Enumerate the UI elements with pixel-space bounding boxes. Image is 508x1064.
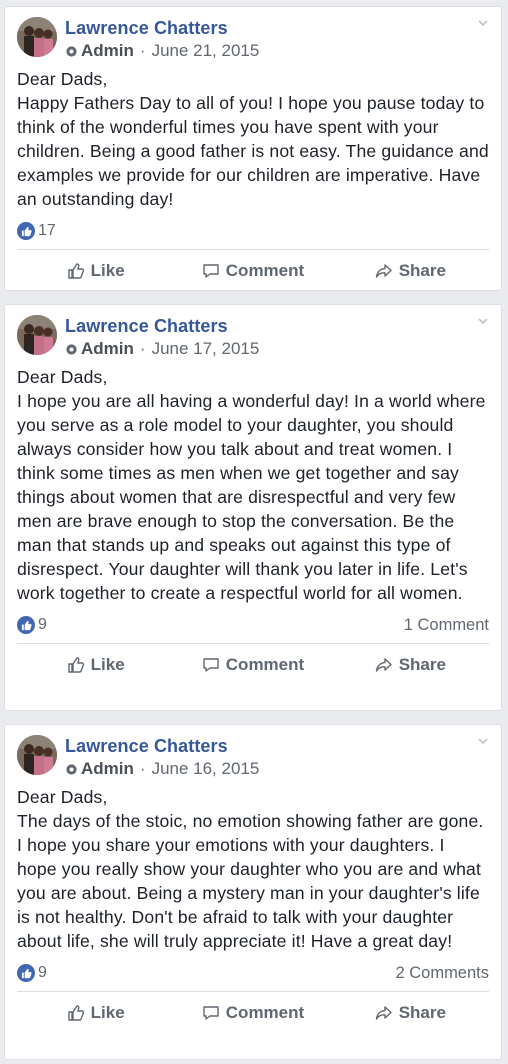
comment-icon — [203, 657, 219, 672]
post-paragraph: Dear Dads, — [17, 787, 108, 807]
avatar[interactable] — [17, 735, 57, 775]
separator-dot: · — [139, 339, 146, 358]
gear-icon — [66, 763, 77, 775]
chevron-down-icon[interactable] — [477, 735, 489, 747]
post-paragraph: The days of the stoic, no emotion showin… — [17, 811, 484, 951]
like-button[interactable]: Like — [17, 261, 174, 281]
comment-label: Comment — [225, 260, 305, 280]
like-count[interactable]: 9 — [17, 964, 47, 982]
post-paragraph: I hope you are all having a wonderful da… — [17, 391, 486, 603]
avatar[interactable] — [17, 17, 57, 57]
share-label: Share — [398, 1002, 446, 1022]
comment-icon — [203, 1005, 219, 1020]
post-meta: Admin · June 17, 2015 — [65, 339, 259, 359]
thumbs-up-icon — [67, 1004, 84, 1021]
post-text: Dear Dads, Happy Fathers Day to all of y… — [5, 63, 501, 211]
post-meta: Admin · June 21, 2015 — [65, 41, 259, 61]
share-label: Share — [398, 654, 446, 674]
separator-dot: · — [139, 41, 146, 60]
gear-icon — [66, 45, 77, 57]
action-bar: Like Comment Share — [17, 643, 489, 685]
post-paragraph: Dear Dads, — [17, 69, 108, 89]
like-button[interactable]: Like — [17, 1003, 174, 1023]
post-header: Lawrence Chatters Admin · June 17, 2015 — [5, 305, 501, 361]
share-label: Share — [398, 260, 446, 280]
post-header: Lawrence Chatters Admin · June 16, 2015 — [5, 725, 501, 781]
thumbs-up-icon — [67, 262, 84, 279]
share-button[interactable]: Share — [332, 655, 489, 675]
reaction-stats: 17 — [17, 215, 489, 247]
share-icon — [375, 1005, 392, 1020]
role-label: Admin — [81, 41, 134, 60]
avatar[interactable] — [17, 315, 57, 355]
thumbs-up-icon — [67, 656, 84, 673]
like-count[interactable]: 17 — [17, 222, 56, 240]
action-bar: Like Comment Share — [17, 991, 489, 1033]
comment-button[interactable]: Comment — [174, 655, 331, 675]
post-text: Dear Dads, The days of the stoic, no emo… — [5, 781, 501, 953]
reaction-stats: 9 2 Comments — [17, 957, 489, 989]
like-button[interactable]: Like — [17, 655, 174, 675]
like-label: Like — [90, 654, 125, 674]
like-count-value: 9 — [38, 616, 47, 633]
author-name[interactable]: Lawrence Chatters — [65, 316, 228, 337]
comment-button[interactable]: Comment — [174, 261, 331, 281]
post-header: Lawrence Chatters Admin · June 21, 2015 — [5, 7, 501, 63]
role-label: Admin — [81, 339, 134, 358]
like-count-value: 9 — [38, 964, 47, 981]
chevron-down-icon[interactable] — [477, 17, 489, 29]
post-date[interactable]: June 17, 2015 — [152, 339, 260, 359]
post-meta: Admin · June 16, 2015 — [65, 759, 259, 779]
share-button[interactable]: Share — [332, 261, 489, 281]
post-card: Lawrence Chatters Admin · June 16, 2015 … — [4, 724, 502, 1060]
thumbs-up-icon — [17, 964, 35, 982]
like-count[interactable]: 9 — [17, 616, 47, 634]
reaction-stats: 9 1 Comment — [17, 609, 489, 641]
post-card: Lawrence Chatters Admin · June 21, 2015 … — [4, 6, 502, 291]
author-name[interactable]: Lawrence Chatters — [65, 736, 228, 757]
chevron-down-icon[interactable] — [477, 315, 489, 327]
role-label: Admin — [81, 759, 134, 778]
like-count-value: 17 — [38, 222, 56, 239]
post-card: Lawrence Chatters Admin · June 17, 2015 … — [4, 304, 502, 711]
comment-label: Comment — [225, 1002, 305, 1022]
comment-button[interactable]: Comment — [174, 1003, 331, 1023]
thumbs-up-icon — [17, 616, 35, 634]
separator-dot: · — [139, 759, 146, 778]
comment-count[interactable]: 1 Comment — [404, 616, 489, 635]
comment-count[interactable]: 2 Comments — [395, 964, 489, 983]
share-button[interactable]: Share — [332, 1003, 489, 1023]
post-date[interactable]: June 21, 2015 — [152, 41, 260, 61]
post-date[interactable]: June 16, 2015 — [152, 759, 260, 779]
post-paragraph: Dear Dads, — [17, 367, 108, 387]
action-bar: Like Comment Share — [17, 249, 489, 291]
post-text: Dear Dads, I hope you are all having a w… — [5, 361, 501, 605]
comment-icon — [203, 263, 219, 278]
thumbs-up-icon — [17, 222, 35, 240]
share-icon — [375, 657, 392, 672]
post-paragraph: Happy Fathers Day to all of you! I hope … — [17, 93, 489, 209]
like-label: Like — [90, 1002, 125, 1022]
like-label: Like — [90, 260, 125, 280]
author-name[interactable]: Lawrence Chatters — [65, 18, 228, 39]
gear-icon — [66, 343, 77, 355]
comment-label: Comment — [225, 654, 305, 674]
share-icon — [375, 263, 392, 278]
